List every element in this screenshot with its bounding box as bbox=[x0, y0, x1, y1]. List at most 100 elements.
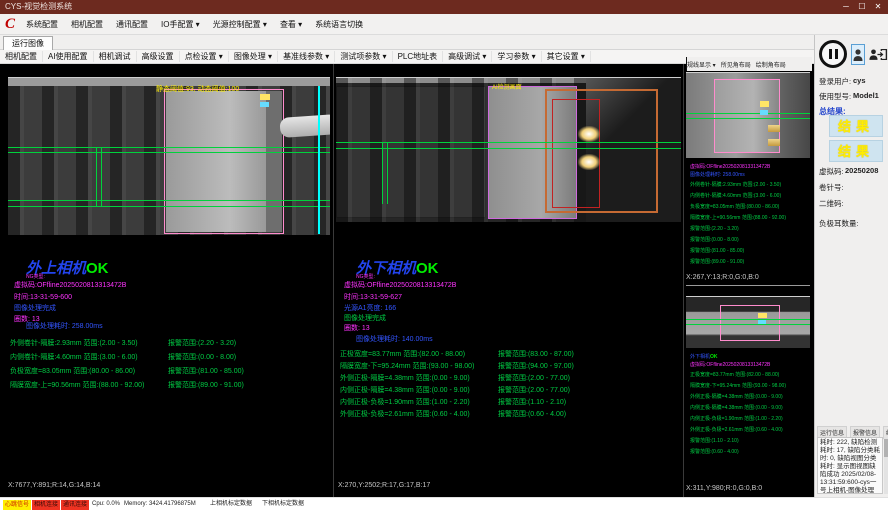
alarm-range: 报警范围:(0.00 - 8.00) bbox=[168, 353, 236, 362]
maximize-button[interactable]: ☐ bbox=[854, 0, 870, 14]
cursor-pixel-readout: X:311,Y:980;R:0,G:0,B:0 bbox=[686, 485, 762, 492]
run-info-log: 耗时: 222, 缺陷检测耗时: 17, 缺陷分类耗时: 0, 缺陷视图分类耗时… bbox=[817, 437, 883, 494]
pause-button[interactable] bbox=[819, 40, 847, 68]
tool-camera-config[interactable]: 相机配置 bbox=[0, 51, 43, 62]
measure-line-vertical bbox=[96, 147, 97, 206]
user-icon bbox=[853, 48, 863, 62]
measure-line-vertical bbox=[387, 142, 388, 204]
view-tool-guideline-display[interactable]: 规线显示 ▾ bbox=[687, 60, 716, 69]
measurement-row: 内侧卷针-隔膜:4.60mm 范围:(3.00 - 6.00) bbox=[690, 193, 781, 199]
tool-other-settings[interactable]: 其它设置 ▾ bbox=[542, 51, 591, 62]
menu-comm-config[interactable]: 通讯配置 bbox=[116, 19, 148, 30]
tool-test-params[interactable]: 测试项参数 ▾ bbox=[335, 51, 392, 62]
marker-chip-yellow bbox=[760, 101, 769, 107]
measurement-row: 外侧正极-隔膜=4.38mm 范围:(0.00 - 9.00) bbox=[690, 394, 783, 400]
panel-divider bbox=[683, 64, 684, 497]
turns-line: 圈数: 13 bbox=[344, 324, 370, 333]
menu-light-control-config[interactable]: 光源控制配置 ▾ bbox=[213, 19, 267, 30]
mini-view-upper-image[interactable] bbox=[686, 72, 810, 158]
result-badge-upper: 结果 bbox=[829, 115, 883, 137]
minimize-button[interactable]: ─ bbox=[838, 0, 854, 14]
close-button[interactable]: ✕ bbox=[870, 0, 886, 14]
measurement-row: 负极宽度=83.05mm 范围:(80.00 - 86.00) bbox=[10, 367, 135, 376]
title-bar: CYS-视觉检测系统 ─ ☐ ✕ bbox=[0, 0, 888, 14]
menu-language-switch[interactable]: 系统语言切换 bbox=[315, 19, 363, 30]
alarm-range: 报警范围:(0.60 - 4.00) bbox=[498, 410, 566, 419]
alarm-range: 报警范围:(0.00 - 8.00) bbox=[690, 237, 739, 243]
virtual-code-label: 虚拟码: bbox=[819, 166, 844, 177]
login-user-button[interactable] bbox=[851, 44, 865, 65]
result-badge-lower: 结果 bbox=[829, 140, 883, 162]
login-user-label: 登录用户: bbox=[819, 76, 851, 87]
measurement-row: 内侧正极-隔膜=4.38mm 范围:(0.00 - 9.00) bbox=[690, 405, 783, 411]
tool-spot-check[interactable]: 点检设置 ▾ bbox=[180, 51, 229, 62]
lower-camera-calibration-text: 下相机标定数据 bbox=[262, 498, 304, 511]
tab-glow-spot bbox=[578, 154, 600, 170]
alarm-range: 报警范围:(94.00 - 97.00) bbox=[498, 362, 574, 371]
measure-line bbox=[686, 118, 810, 119]
measure-line bbox=[686, 324, 810, 325]
upper-camera-calibration-text: 上相机标定数据 bbox=[210, 498, 252, 511]
window-title: CYS-视觉检测系统 bbox=[5, 0, 72, 14]
mini-view-lower-image[interactable] bbox=[686, 296, 810, 348]
upper-camera-image[interactable]: 静态阈值:93, 动态阈值:100 bbox=[8, 77, 330, 235]
tab-strip: 运行图像 bbox=[0, 35, 814, 50]
login-user-value: cys bbox=[853, 76, 866, 85]
app-logo-icon: C bbox=[5, 16, 21, 32]
alarm-range: 报警范围:(81.00 - 85.00) bbox=[168, 367, 244, 376]
measurement-row: 内侧卷针-隔膜:4.60mm 范围:(3.00 - 6.00) bbox=[10, 353, 138, 362]
process-time-line: 图像处理耗时: 258.00ms bbox=[690, 172, 745, 178]
alarm-range: 报警范围:(1.10 - 2.10) bbox=[690, 438, 739, 444]
tab-glow-spot bbox=[768, 125, 780, 132]
measure-line-vertical bbox=[101, 147, 102, 206]
roller-arm bbox=[279, 114, 330, 138]
tool-plc-address[interactable]: PLC地址表 bbox=[393, 51, 444, 62]
virtual-code-line: 虚拟码:OFfline2025020813313472B bbox=[690, 164, 770, 170]
measurement-row: 内侧正极-隔膜=4.38mm 范围:(0.00 - 9.00) bbox=[340, 386, 470, 395]
menu-io-manual-config[interactable]: IO手配置 ▾ bbox=[161, 19, 200, 30]
alarm-range: 报警范围:(0.60 - 4.00) bbox=[690, 449, 739, 455]
alarm-range: 报警范围:(89.00 - 91.00) bbox=[690, 259, 744, 265]
measurement-row: 外侧卷针-隔膜:2.93mm 范围:(2.00 - 3.50) bbox=[10, 339, 138, 348]
alarm-range: 报警范围:(1.10 - 2.10) bbox=[498, 398, 566, 407]
marker-chip-cyan bbox=[260, 102, 269, 107]
measurement-row: 隔膜宽度-上=90.56mm 范围:(88.00 - 92.00) bbox=[10, 381, 144, 390]
tool-advanced-debug[interactable]: 高级调试 ▾ bbox=[443, 51, 492, 62]
scrollbar-thumb[interactable] bbox=[884, 439, 888, 457]
measurement-row: 内侧正极-负极=1.90mm 范围:(1.00 - 2.20) bbox=[340, 398, 470, 407]
tool-advanced-settings[interactable]: 高级设置 bbox=[137, 51, 180, 62]
menu-camera-config[interactable]: 相机配置 bbox=[71, 19, 103, 30]
roi-rect-magenta bbox=[164, 89, 284, 234]
measurement-row: 负极宽度=83.05mm 范围:(80.00 - 86.00) bbox=[690, 204, 779, 210]
tool-image-processing[interactable]: 图像处理 ▾ bbox=[229, 51, 278, 62]
heartbeat-status-badge: 心跳信号 bbox=[3, 500, 31, 510]
measure-line bbox=[8, 147, 330, 148]
camera-name-label: 外下相机OK bbox=[690, 354, 718, 360]
view-tool-draw-layout[interactable]: 绘制角布局 bbox=[756, 60, 786, 69]
measure-line-vertical bbox=[382, 142, 383, 204]
tab-glow-spot bbox=[768, 139, 780, 146]
measure-line bbox=[686, 113, 810, 114]
edge-line-cyan bbox=[318, 86, 320, 234]
status-bar: 心跳信号 相机连接 通讯连接 Cpu: 0.0% Memory: 3424.41… bbox=[0, 497, 888, 511]
tab-run-image[interactable]: 运行图像 bbox=[3, 36, 53, 50]
tool-learning-params[interactable]: 学习参数 ▾ bbox=[492, 51, 541, 62]
measure-line bbox=[8, 206, 330, 207]
logout-button[interactable] bbox=[876, 44, 888, 65]
view-tool-wysiwyg-layout[interactable]: 所见角布局 bbox=[721, 60, 751, 69]
tool-camera-debug[interactable]: 相机调试 bbox=[94, 51, 137, 62]
measurement-row: 正极宽度=83.77mm 范围:(82.00 - 88.00) bbox=[340, 350, 465, 359]
measurement-row: 隔膜宽度-下=95.24mm 范围:(93.00 - 98.00) bbox=[340, 362, 474, 371]
threshold-overlay-text: 静态阈值:93, 动态阈值:100 bbox=[156, 85, 239, 94]
tab-glow-spot bbox=[578, 126, 600, 142]
measurement-row: 外侧正极-隔膜=4.38mm 范围:(0.00 - 9.00) bbox=[340, 374, 470, 383]
cursor-pixel-readout: X:267,Y:13;R:0,G:0,B:0 bbox=[686, 274, 759, 281]
lower-camera-image[interactable]: AI检测画面 bbox=[336, 77, 681, 222]
info-scrollbar[interactable] bbox=[884, 437, 888, 494]
tool-ai-use-config[interactable]: AI使用配置 bbox=[43, 51, 94, 62]
roi-rect-magenta bbox=[720, 305, 780, 341]
menu-system-config[interactable]: 系统配置 bbox=[26, 19, 58, 30]
tool-baseline-params[interactable]: 基准线参数 ▾ bbox=[278, 51, 335, 62]
menu-view[interactable]: 查看 ▾ bbox=[280, 19, 302, 30]
process-done-line: 图像处理完成 bbox=[14, 304, 56, 313]
